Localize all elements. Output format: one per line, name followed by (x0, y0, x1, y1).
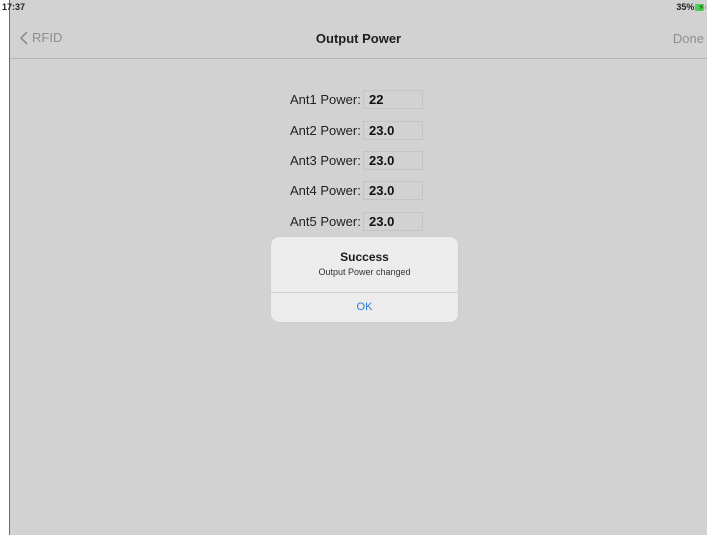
charging-icon: ⚡ (698, 2, 704, 12)
ant1-power-row: Ant1 Power: 22 (290, 90, 423, 109)
battery-status: 35% ⚡ (676, 2, 707, 12)
ant3-power-label: Ant3 Power: (290, 153, 361, 168)
success-alert: Success Output Power changed OK (271, 237, 458, 322)
ant2-power-label: Ant2 Power: (290, 123, 361, 138)
window-frame-edge (9, 0, 10, 535)
ant5-power-row: Ant5 Power: 23.0 (290, 212, 423, 231)
ant5-power-label: Ant5 Power: (290, 214, 361, 229)
navigation-bar: RFID Output Power Done (10, 14, 707, 59)
alert-title: Success (340, 250, 389, 264)
ant4-power-label: Ant4 Power: (290, 183, 361, 198)
battery-percent: 35% (676, 2, 695, 12)
done-button[interactable]: Done (673, 31, 704, 46)
status-bar: 17:37 35% ⚡ (0, 0, 707, 14)
alert-message: Output Power changed (318, 267, 411, 277)
ant3-power-field[interactable]: 23.0 (363, 151, 423, 170)
page-title: Output Power (315, 31, 402, 46)
status-time: 17:37 (2, 2, 26, 12)
ant2-power-field[interactable]: 23.0 (363, 121, 423, 140)
alert-ok-button[interactable]: OK (271, 293, 458, 322)
app-screen: 17:37 35% ⚡ RFID Output Power Done Ant1 … (0, 0, 707, 535)
ant4-power-row: Ant4 Power: 23.0 (290, 181, 423, 200)
window-frame-left (0, 0, 9, 535)
ant1-power-label: Ant1 Power: (290, 92, 361, 107)
ant4-power-field[interactable]: 23.0 (363, 181, 423, 200)
ant1-power-field[interactable]: 22 (363, 90, 423, 109)
ant5-power-field[interactable]: 23.0 (363, 212, 423, 231)
ant3-power-row: Ant3 Power: 23.0 (290, 151, 423, 170)
ant2-power-row: Ant2 Power: 23.0 (290, 121, 423, 140)
